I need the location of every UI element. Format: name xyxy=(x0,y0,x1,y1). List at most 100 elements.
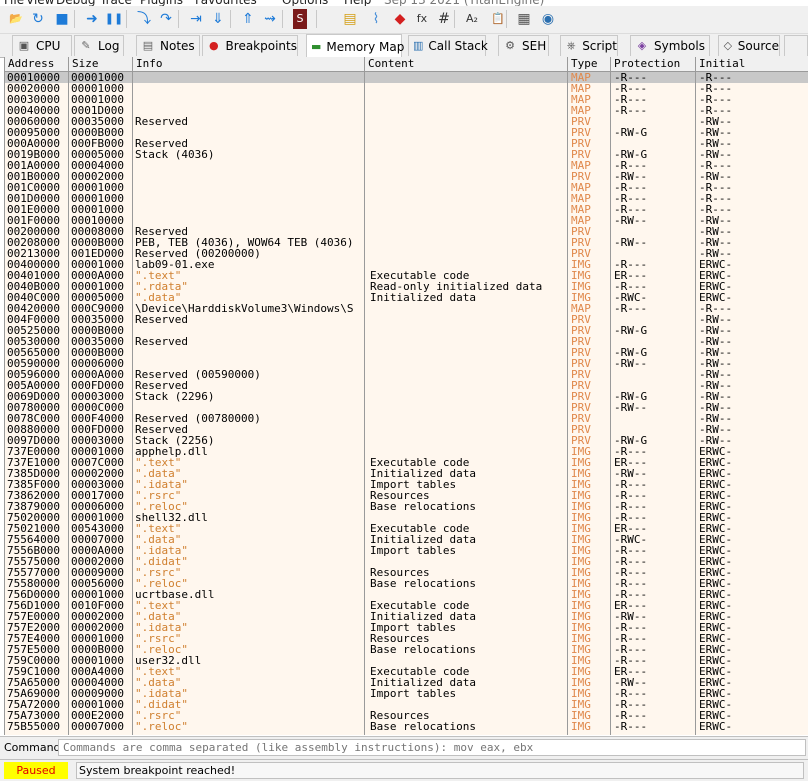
tab-notes[interactable]: ▤ Notes xyxy=(136,35,200,56)
step-over-icon[interactable]: ↷ xyxy=(156,9,176,29)
table-row[interactable]: 75580000 00056000 ".reloc" Base relocation… xyxy=(5,578,808,589)
stop-icon[interactable]: ■ xyxy=(52,9,72,29)
column-header-size[interactable]: Size xyxy=(69,57,133,71)
column-header-address[interactable]: Address xyxy=(5,57,69,71)
table-row[interactable]: 001A0000 00004000 MAP -R--- -R--- xyxy=(5,160,808,171)
table-row[interactable]: 7385F000 00003000 ".idata" Import tables IM… xyxy=(5,479,808,490)
scylla-icon[interactable]: S xyxy=(293,9,307,29)
column-header-protection[interactable]: Protection xyxy=(611,57,696,71)
table-row[interactable]: 75B55000 00007000 ".reloc" Base relocation… xyxy=(5,721,808,732)
table-row[interactable]: 00525000 0000B000 PRV -RW-G -RW-- xyxy=(5,325,808,336)
table-row[interactable]: 73862000 00017000 ".rsrc" Resources IMG -R--… xyxy=(5,490,808,501)
table-row[interactable]: 75A69000 00009000 ".idata" Import tables IM… xyxy=(5,688,808,699)
table-row[interactable]: 756D1000 0010F000 ".text" Executable code I… xyxy=(5,600,808,611)
table-row[interactable]: 00208000 0000B000 PEB, TEB (4036), WOW64 T… xyxy=(5,237,808,248)
tab-cpu[interactable]: ▣ CPU xyxy=(12,35,72,56)
function-icon[interactable]: fx xyxy=(412,9,432,29)
step-into-icon[interactable]: ⤵ xyxy=(134,9,154,29)
run-icon[interactable]: ➜ xyxy=(82,9,102,29)
table-row[interactable]: 75A65000 00004000 ".data" Initialized data… xyxy=(5,677,808,688)
breakpoint-tool-icon[interactable]: ◆ xyxy=(390,9,410,29)
table-row[interactable]: 0040B000 00001000 ".rdata" Read-only initi… xyxy=(5,281,808,292)
table-row[interactable]: 757E4000 00001000 ".rsrc" Resources IMG -R--… xyxy=(5,633,808,644)
table-row[interactable]: 005A0000 000FD000 Reserved PRV -RW-- xyxy=(5,380,808,391)
table-row[interactable]: 00880000 000FD000 Reserved PRV -RW-- xyxy=(5,424,808,435)
command-input[interactable] xyxy=(58,739,806,756)
table-row[interactable]: 0078C000 000F4000 Reserved (00780000) PRV -R… xyxy=(5,413,808,424)
table-row[interactable]: 737E1000 0007C000 ".text" Executable code I… xyxy=(5,457,808,468)
table-row[interactable]: 757E0000 00002000 ".data" Initialized data… xyxy=(5,611,808,622)
table-row[interactable]: 00400000 00001000 lab09-01.exe IMG -R--- ERWC… xyxy=(5,259,808,270)
table-row[interactable]: 001E0000 00001000 MAP -R--- -R--- xyxy=(5,204,808,215)
table-row[interactable]: 759C1000 000A4000 ".text" Executable code I… xyxy=(5,666,808,677)
table-row[interactable]: 75575000 00002000 ".didat" IMG -R--- ERWC- xyxy=(5,556,808,567)
table-row[interactable]: 759C0000 00001000 user32.dll IMG -R--- ERWC- xyxy=(5,655,808,666)
open-file-icon[interactable]: 📂 xyxy=(6,9,26,29)
execute-till-return-icon[interactable]: ⇑ xyxy=(238,9,258,29)
table-row[interactable]: 001D0000 00001000 MAP -R--- -R--- xyxy=(5,193,808,204)
table-row[interactable]: 75021000 00543000 ".text" Executable code I… xyxy=(5,523,808,534)
table-row[interactable]: 00420000 000C9000 \Device\HarddiskVolume3\… xyxy=(5,303,808,314)
tab-overflow[interactable] xyxy=(784,35,808,56)
table-row[interactable]: 75577000 00009000 ".rsrc" Resources IMG -R--… xyxy=(5,567,808,578)
table-row[interactable]: 00401000 0000A000 ".text" Executable code I… xyxy=(5,270,808,281)
clipboard-icon[interactable]: 📋 xyxy=(488,9,508,29)
table-row[interactable]: 757E2000 00002000 ".idata" Import tables IM… xyxy=(5,622,808,633)
tab-script[interactable]: ⎈ Script xyxy=(560,35,618,56)
table-row[interactable]: 00530000 00035000 Reserved PRV -RW-- xyxy=(5,336,808,347)
patch-icon[interactable]: ⌇ xyxy=(366,9,386,29)
table-row[interactable]: 73879000 00006000 ".reloc" Base relocation… xyxy=(5,501,808,512)
table-row[interactable]: 00010000 00001000 MAP -R--- -R--- xyxy=(5,72,808,83)
table-row[interactable]: 0097D000 00003000 Stack (2256) PRV -RW-G -RW-… xyxy=(5,435,808,446)
table-row[interactable]: 75A73000 000E2000 ".rsrc" Resources IMG -R--… xyxy=(5,710,808,721)
trace-into-icon[interactable]: ⇥ xyxy=(186,9,206,29)
table-row[interactable]: 00780000 0000C000 PRV -RW-- -RW-- xyxy=(5,402,808,413)
table-row[interactable]: 0040C000 00005000 ".data" Initialized data… xyxy=(5,292,808,303)
table-row[interactable]: 75A72000 00001000 ".didat" IMG -R--- ERWC- xyxy=(5,699,808,710)
memory-map-table[interactable]: Address Size Info Content Type Protection Init… xyxy=(4,57,808,735)
tab-source[interactable]: ◇ Source xyxy=(718,35,780,56)
column-header-initial[interactable]: Initial xyxy=(696,57,808,71)
table-row[interactable]: 004F0000 00035000 Reserved PRV -RW-- xyxy=(5,314,808,325)
notes-icon[interactable]: ▤ xyxy=(340,9,360,29)
table-row[interactable]: 0019B000 00005000 Stack (4036) PRV -RW-G -RW-… xyxy=(5,149,808,160)
tab-breakpoints[interactable]: ● Breakpoints xyxy=(202,35,298,56)
calculator-icon[interactable]: ▦ xyxy=(514,9,534,29)
table-row[interactable]: 00590000 00006000 PRV -RW-- -RW-- xyxy=(5,358,808,369)
globe-icon[interactable]: ◉ xyxy=(538,9,558,29)
table-row[interactable]: 0069D000 00003000 Stack (2296) PRV -RW-G -RW-… xyxy=(5,391,808,402)
hash-icon[interactable]: # xyxy=(434,9,454,29)
table-row[interactable]: 00565000 0000B000 PRV -RW-G -RW-- xyxy=(5,347,808,358)
table-row[interactable]: 75564000 00007000 ".data" Initialized data… xyxy=(5,534,808,545)
tab-seh[interactable]: ⚙ SEH xyxy=(498,35,549,56)
table-row[interactable]: 00030000 00001000 MAP -R--- -R--- xyxy=(5,94,808,105)
table-row[interactable]: 00095000 0000B000 PRV -RW-G -RW-- xyxy=(5,127,808,138)
table-row[interactable]: 75020000 00001000 shell32.dll IMG -R--- ERWC- xyxy=(5,512,808,523)
run-to-user-code-icon[interactable]: ⇝ xyxy=(260,9,280,29)
tab-memory-map[interactable]: ▬ Memory Map xyxy=(306,34,404,58)
table-row[interactable]: 00596000 0000A000 Reserved (00590000) PRV -R… xyxy=(5,369,808,380)
table-row[interactable]: 001F0000 00010000 MAP -RW-- -RW-- xyxy=(5,215,808,226)
table-row[interactable]: 000A0000 000FB000 Reserved PRV -RW-- xyxy=(5,138,808,149)
table-row[interactable]: 00020000 00001000 MAP -R--- -R--- xyxy=(5,83,808,94)
pause-icon[interactable]: ❚❚ xyxy=(104,9,124,29)
column-header-type[interactable]: Type xyxy=(568,57,611,71)
trace-over-icon[interactable]: ⇓ xyxy=(208,9,228,29)
table-row[interactable]: 00060000 00035000 Reserved PRV -RW-- xyxy=(5,116,808,127)
table-row[interactable]: 7556B000 0000A000 ".idata" Import tables IM… xyxy=(5,545,808,556)
tab-symbols[interactable]: ◈ Symbols xyxy=(630,35,710,56)
table-row[interactable]: 001B0000 00002000 PRV -RW-- -RW-- xyxy=(5,171,808,182)
table-row[interactable]: 001C0000 00001000 MAP -R--- -R--- xyxy=(5,182,808,193)
table-row[interactable]: 00213000 001ED000 Reserved (00200000) PRV -R… xyxy=(5,248,808,259)
tab-call-stack[interactable]: ▥ Call Stack xyxy=(408,35,488,56)
column-header-info[interactable]: Info xyxy=(133,57,365,71)
table-row[interactable]: 756D0000 00001000 ucrtbase.dll IMG -R--- ERWC… xyxy=(5,589,808,600)
tab-log[interactable]: ✎ Log xyxy=(74,35,124,56)
table-row[interactable]: 00200000 00008000 Reserved PRV -RW-- xyxy=(5,226,808,237)
table-row[interactable]: 00040000 0001D000 MAP -R--- -R--- xyxy=(5,105,808,116)
table-row[interactable]: 7385D000 00002000 ".data" Initialized data… xyxy=(5,468,808,479)
table-row[interactable]: 757E5000 0000B000 ".reloc" Base relocation… xyxy=(5,644,808,655)
column-header-content[interactable]: Content xyxy=(365,57,568,71)
font-size-icon[interactable]: A₂ xyxy=(462,9,482,29)
table-row[interactable]: 737E0000 00001000 apphelp.dll IMG -R--- ERWC- xyxy=(5,446,808,457)
